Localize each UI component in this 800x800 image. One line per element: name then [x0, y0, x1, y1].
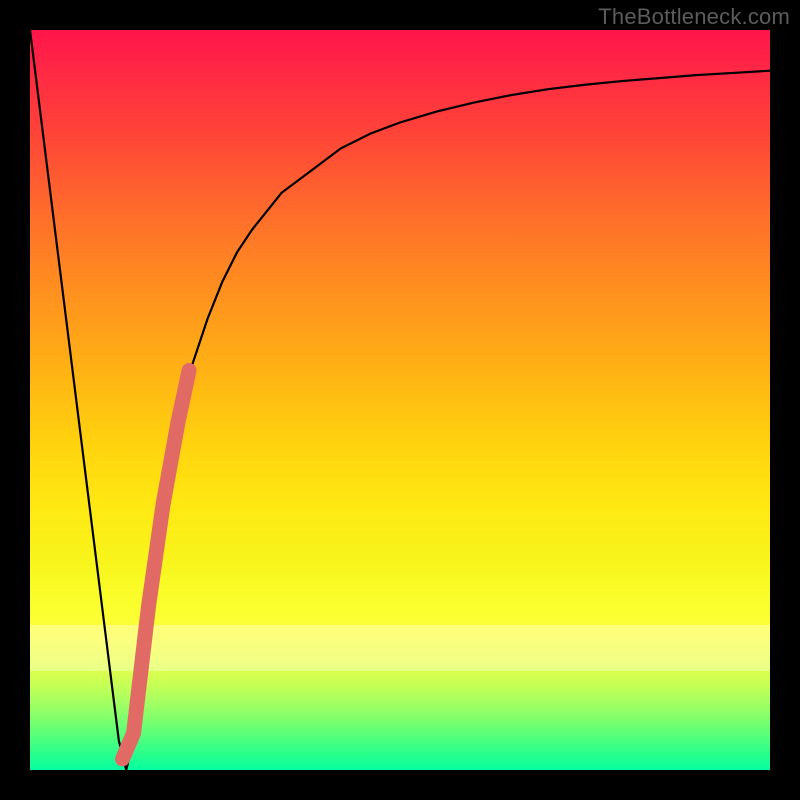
- curve-layer: [30, 30, 770, 770]
- chart-frame: TheBottleneck.com: [0, 0, 800, 800]
- plot-area: [30, 30, 770, 770]
- watermark-text: TheBottleneck.com: [598, 4, 790, 30]
- highlight-segment-path: [123, 370, 190, 759]
